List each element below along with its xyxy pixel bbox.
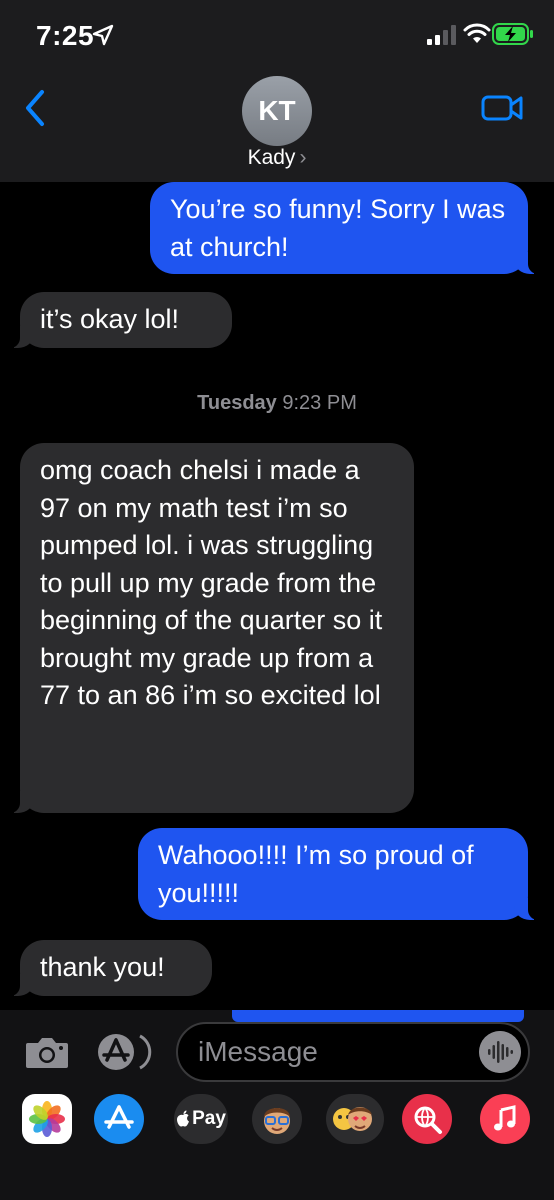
message-bubble-sent[interactable]: You’re so funny! Sorry I was at church! [150, 182, 548, 274]
message-bubble-received[interactable]: omg coach chelsi i made a 97 on my math … [0, 443, 414, 813]
status-bar: 7:25 [0, 0, 554, 70]
message-bubble-received[interactable]: thank you! [0, 940, 212, 996]
facetime-video-icon[interactable] [480, 92, 524, 124]
apple-pay-icon[interactable]: Pay [174, 1094, 228, 1144]
status-time: 7:25 [36, 20, 95, 51]
message-text: it’s okay lol! [40, 304, 180, 334]
animoji-stickers-icon[interactable] [326, 1094, 384, 1144]
timestamp-time: 9:23 PM [282, 392, 357, 414]
camera-icon[interactable] [24, 1034, 70, 1070]
message-text: Wahooo!!!! I’m so proud of you!!!!! [158, 840, 474, 908]
message-input-field[interactable] [176, 1022, 530, 1082]
message-bubble-received[interactable]: it’s okay lol! [0, 292, 232, 348]
back-chevron-icon[interactable] [20, 88, 50, 128]
message-bubble-sent[interactable]: Wahooo!!!! I’m so proud of you!!!!! [138, 828, 548, 920]
web-search-icon[interactable] [402, 1094, 452, 1144]
message-bubble-partial [232, 1010, 524, 1022]
location-arrow-icon [92, 24, 114, 46]
message-input[interactable] [198, 1034, 478, 1070]
message-text: omg coach chelsi i made a 97 on my math … [40, 455, 383, 710]
timestamp-day: Tuesday [197, 392, 277, 414]
app-store-apps-icon[interactable] [96, 1032, 152, 1072]
imessage-app-drawer: Pay [0, 1094, 554, 1150]
battery-charging-icon [492, 23, 533, 45]
message-text: thank you! [40, 952, 165, 982]
avatar-initials: KT [258, 95, 296, 126]
app-store-icon[interactable] [94, 1094, 144, 1144]
home-indicator-area [0, 1150, 554, 1200]
contact-name: Kady [247, 146, 296, 169]
audio-waveform-icon[interactable] [479, 1031, 521, 1073]
wifi-icon [463, 23, 491, 43]
contact-name-button[interactable]: Kady › [0, 146, 554, 170]
music-icon[interactable] [480, 1094, 530, 1144]
memoji-icon[interactable] [252, 1094, 302, 1144]
contact-avatar[interactable]: KT [242, 76, 312, 146]
photos-icon[interactable] [22, 1094, 72, 1144]
conversation-header: 7:25 KT Kady › [0, 0, 554, 182]
message-timestamp: Tuesday 9:23 PM [0, 392, 554, 415]
message-text: You’re so funny! Sorry I was at church! [170, 194, 506, 262]
cellular-signal-icon [427, 25, 456, 45]
chevron-right-icon: › [299, 146, 307, 169]
apple-pay-label: Pay [192, 1108, 226, 1129]
